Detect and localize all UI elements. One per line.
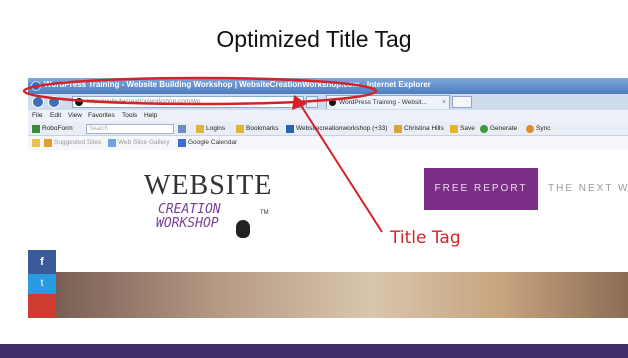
generate-button[interactable]: Generate: [490, 125, 517, 132]
logo-trademark: TM: [260, 210, 269, 216]
next-nav-link[interactable]: THE NEXT W: [548, 183, 628, 194]
window-title: WordPress Training - Website Building Wo…: [44, 80, 431, 89]
logo-website-text: WEBSITE: [144, 170, 273, 201]
refresh-icon[interactable]: [306, 96, 318, 108]
tab-label: WordPress Training - Websit...: [339, 99, 427, 106]
roboform-search-input[interactable]: Search: [86, 124, 174, 134]
logins-icon: [196, 125, 204, 133]
site-icon: [286, 125, 294, 133]
web-slice-gallery-link[interactable]: Web Slice Gallery: [118, 139, 170, 146]
address-text: http://websitecreationworkshop.com/wp: [87, 98, 201, 105]
search-go-icon[interactable]: [178, 125, 186, 133]
browser-screenshot: WordPress Training - Website Building Wo…: [28, 78, 628, 318]
slide-title: Optimized Title Tag: [216, 26, 412, 52]
favorites-star-icon[interactable]: [32, 139, 40, 147]
site-button[interactable]: Websitecreationworkshop (+33): [296, 125, 387, 132]
computer-mouse-icon: [236, 220, 250, 238]
title-tag-annotation-label: Title Tag: [390, 228, 461, 248]
suggested-sites-icon: [44, 139, 52, 147]
bookmarks-button[interactable]: Bookmarks: [246, 125, 279, 132]
generate-icon: [480, 125, 488, 133]
google-calendar-link[interactable]: Google Calendar: [188, 139, 237, 146]
twitter-share-icon[interactable]: t: [28, 274, 56, 294]
free-report-button[interactable]: FREE REPORT: [424, 168, 538, 210]
browser-title-bar: WordPress Training - Website Building Wo…: [28, 78, 628, 94]
logo-workshop-text: WORKSHOP: [156, 216, 219, 231]
web-slice-icon: [108, 139, 116, 147]
menu-help[interactable]: Help: [144, 112, 157, 119]
address-bar[interactable]: http://websitecreationworkshop.com/wp: [72, 96, 304, 108]
menu-favorites[interactable]: Favorites: [88, 112, 115, 119]
suggested-sites-link[interactable]: Suggested Sites: [54, 139, 101, 146]
back-icon[interactable]: [32, 96, 44, 108]
sync-button[interactable]: Sync: [536, 125, 550, 132]
favorites-bar: Suggested Sites Web Slice Gallery Google…: [28, 136, 628, 150]
browser-tab[interactable]: WordPress Training - Websit... ×: [326, 95, 450, 109]
roboform-toolbar: RoboForm Search Logins Bookmarks Website…: [28, 122, 628, 136]
save-icon: [450, 125, 458, 133]
footer-bar: [0, 344, 628, 358]
page-icon: [75, 98, 83, 106]
address-row: http://websitecreationworkshop.com/wp Wo…: [28, 94, 628, 110]
hero-image: [56, 272, 628, 318]
user-button[interactable]: Christina Hills: [404, 125, 444, 132]
menu-tools[interactable]: Tools: [122, 112, 137, 119]
tab-favicon-icon: [329, 99, 336, 106]
roboform-icon: [32, 125, 40, 133]
menu-file[interactable]: File: [32, 112, 42, 119]
webpage-content: WEBSITE CREATION WORKSHOP TM FREE REPORT…: [28, 150, 628, 318]
logins-button[interactable]: Logins: [206, 125, 225, 132]
roboform-label[interactable]: RoboForm: [42, 125, 73, 132]
forward-icon[interactable]: [48, 96, 60, 108]
close-tab-icon[interactable]: ×: [442, 96, 446, 109]
menu-bar: File Edit View Favorites Tools Help: [28, 110, 628, 122]
user-icon: [394, 125, 402, 133]
new-tab-button[interactable]: [452, 96, 472, 108]
internet-explorer-icon: [31, 81, 41, 91]
save-button[interactable]: Save: [460, 125, 475, 132]
share-more-icon[interactable]: [28, 294, 56, 318]
facebook-share-icon[interactable]: f: [28, 250, 56, 274]
bookmarks-icon: [236, 125, 244, 133]
logo-creation-text: CREATION: [158, 202, 221, 217]
menu-edit[interactable]: Edit: [50, 112, 61, 119]
menu-view[interactable]: View: [68, 112, 82, 119]
calendar-icon: [178, 139, 186, 147]
sync-icon: [526, 125, 534, 133]
